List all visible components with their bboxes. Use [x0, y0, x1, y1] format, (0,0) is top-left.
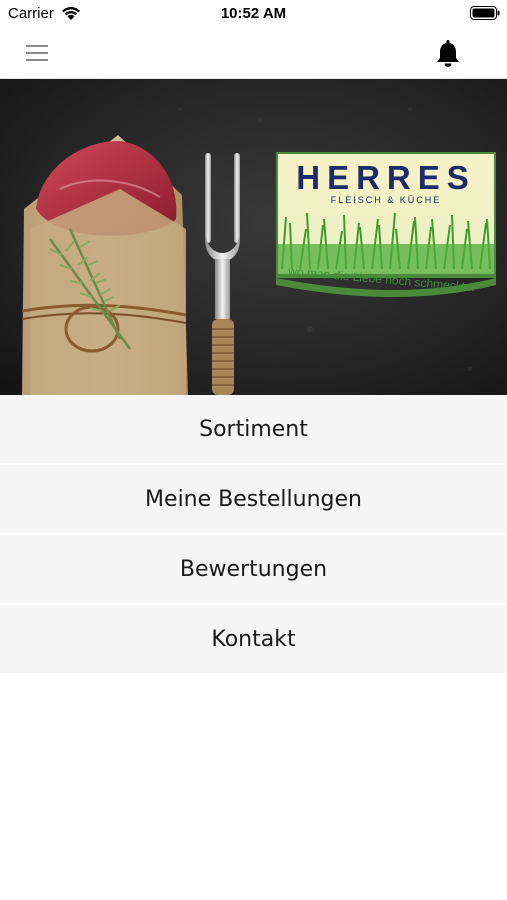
menu-item-label: Meine Bestellungen: [145, 486, 362, 512]
menu-item-label: Bewertungen: [179, 556, 328, 582]
battery-icon: [470, 6, 500, 20]
hamburger-menu-icon[interactable]: [22, 42, 52, 64]
status-bar: Carrier 10:52 AM: [0, 0, 507, 28]
logo-name: HERRES: [296, 159, 476, 196]
menu-item-meine-bestellungen[interactable]: Meine Bestellungen: [0, 465, 507, 533]
menu-item-bewertungen[interactable]: Bewertungen: [0, 535, 507, 603]
header-banner: HERRES FLEISCH & KÜCHE wo man die Liebe …: [0, 79, 507, 395]
menu-item-kontakt[interactable]: Kontakt: [0, 605, 507, 673]
menu-item-label: Sortiment: [199, 416, 308, 442]
logo-subtitle: FLEISCH & KÜCHE: [331, 195, 442, 205]
menu-item-sortiment[interactable]: Sortiment: [0, 395, 507, 463]
nav-bar: [0, 28, 507, 79]
clock: 10:52 AM: [220, 5, 287, 22]
herres-logo: HERRES FLEISCH & KÜCHE wo man die Liebe …: [276, 152, 496, 297]
main-menu: Sortiment Meine Bestellungen Bewertungen…: [0, 395, 507, 675]
bell-icon[interactable]: [432, 37, 464, 69]
menu-item-label: Kontakt: [211, 626, 296, 652]
banner-image: HERRES FLEISCH & KÜCHE wo man die Liebe …: [0, 79, 507, 395]
